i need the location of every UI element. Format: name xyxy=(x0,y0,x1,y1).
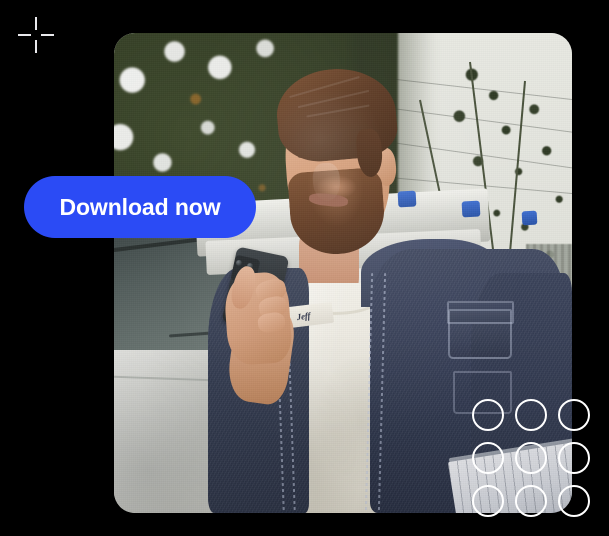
grid-ring xyxy=(558,442,590,474)
name-patch-label: Jeff xyxy=(295,309,311,322)
crosshair-arm-top xyxy=(35,17,37,30)
grid-ring xyxy=(472,399,504,431)
circle-grid-pattern xyxy=(472,399,590,517)
grid-ring xyxy=(558,399,590,431)
promo-canvas: Jeff Download now xyxy=(0,0,609,536)
jacket-chest-pocket xyxy=(448,309,512,359)
phone-camera-lens xyxy=(235,259,242,266)
grid-ring xyxy=(472,442,504,474)
crosshair-arm-right xyxy=(41,34,54,36)
grid-ring xyxy=(472,485,504,517)
grid-ring xyxy=(515,442,547,474)
grid-ring xyxy=(515,399,547,431)
crosshair-arm-bottom xyxy=(35,40,37,53)
crosshair-icon xyxy=(18,17,54,53)
grid-ring xyxy=(515,485,547,517)
download-now-button[interactable]: Download now xyxy=(24,176,256,238)
grid-ring xyxy=(558,485,590,517)
crosshair-arm-left xyxy=(18,34,31,36)
